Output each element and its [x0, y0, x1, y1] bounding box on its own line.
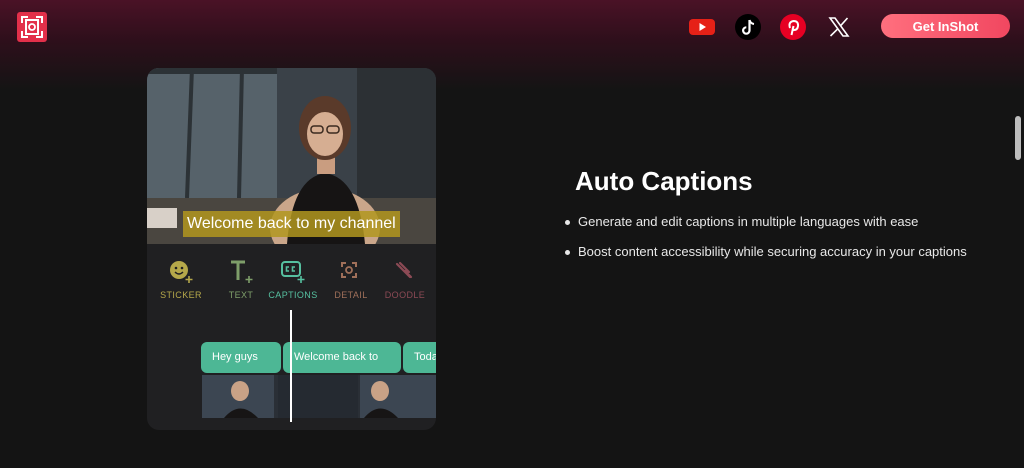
video-thumbnail-strip[interactable] [202, 375, 436, 418]
feature-bullet-list: Generate and edit captions in multiple l… [564, 214, 967, 274]
tool-doodle[interactable]: DOODLE [375, 258, 435, 300]
timeline-playhead[interactable] [290, 310, 292, 422]
caption-clip[interactable]: Toda [403, 342, 436, 373]
tool-label: DETAIL [334, 290, 368, 300]
tool-captions[interactable]: CAPTIONS [263, 258, 323, 300]
tool-label: CAPTIONS [268, 290, 318, 300]
scrollbar-thumb[interactable] [1015, 116, 1021, 160]
tool-label: DOODLE [384, 290, 426, 300]
feature-bullet: Generate and edit captions in multiple l… [564, 214, 967, 244]
inshot-logo-icon[interactable] [17, 12, 47, 42]
tool-label: TEXT [228, 290, 254, 300]
text-icon [231, 260, 253, 283]
x-icon[interactable] [825, 13, 853, 41]
get-inshot-button[interactable]: Get InShot [881, 14, 1010, 38]
feature-bullet: Boost content accessibility while securi… [564, 244, 967, 274]
detail-icon [341, 262, 357, 278]
captions-icon [281, 261, 305, 283]
feature-title: Auto Captions [575, 166, 753, 196]
doodle-icon [395, 261, 413, 279]
tiktok-icon[interactable] [734, 13, 762, 41]
tool-text[interactable]: TEXT [211, 258, 271, 300]
page-scrollbar[interactable] [1012, 90, 1024, 468]
pinterest-icon[interactable] [779, 13, 807, 41]
sticker-icon [170, 261, 193, 283]
youtube-icon[interactable] [688, 13, 716, 41]
caption-clip[interactable]: Hey guys [201, 342, 281, 373]
video-caption-overlay: Welcome back to my channel [183, 211, 400, 237]
tool-sticker[interactable]: STICKER [151, 258, 211, 300]
phone-preview: Welcome back to my channel STICKER TEXT … [147, 68, 436, 430]
caption-clip[interactable]: Welcome back to [283, 342, 401, 373]
tool-detail[interactable]: DETAIL [321, 258, 381, 300]
tool-label: STICKER [160, 290, 202, 300]
